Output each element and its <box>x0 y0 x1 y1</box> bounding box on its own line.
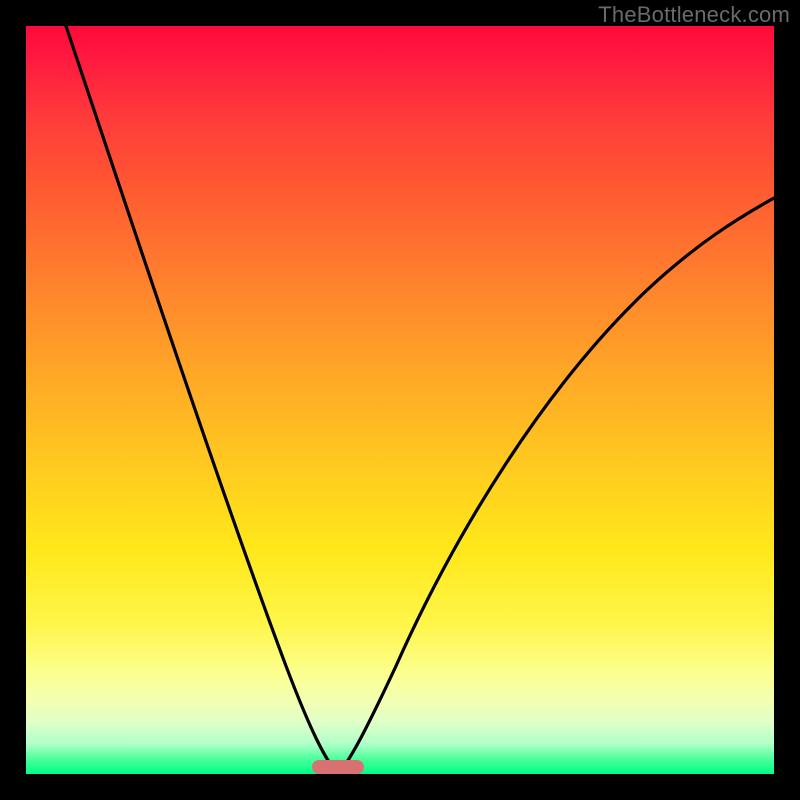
optimum-marker <box>312 760 364 774</box>
watermark-text: TheBottleneck.com <box>598 2 790 28</box>
curve-right <box>338 198 774 774</box>
bottleneck-curves <box>26 26 774 774</box>
plot-area <box>26 26 774 774</box>
curve-left <box>66 26 338 774</box>
chart-frame: TheBottleneck.com <box>0 0 800 800</box>
